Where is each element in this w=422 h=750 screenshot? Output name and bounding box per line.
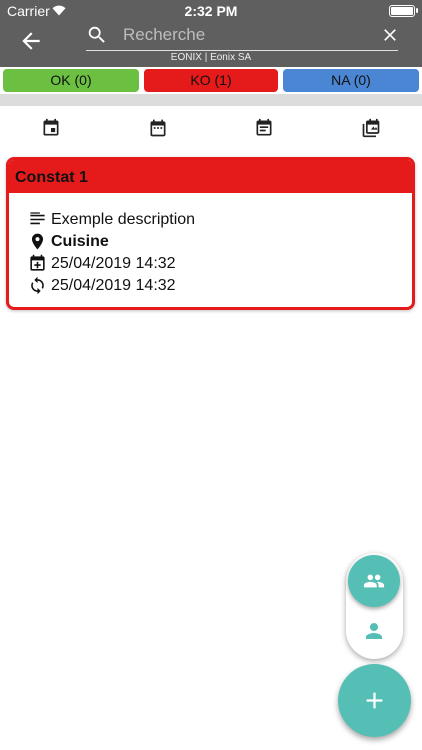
notes-icon[interactable] (254, 118, 274, 138)
card-description: Exemple description (51, 211, 196, 228)
card-header: Constat 1 (9, 160, 412, 193)
search-icon (88, 26, 105, 43)
search-input[interactable] (123, 24, 373, 46)
calendar-icon[interactable] (148, 118, 168, 138)
divider-strip (0, 94, 422, 106)
notes-icon (30, 212, 45, 225)
header-subtitle: EONIX | Eonix SA (170, 52, 252, 63)
status-time: 2:32 PM (184, 3, 238, 19)
location-pin-icon (31, 233, 44, 250)
calendar-event-icon[interactable] (41, 118, 61, 138)
app-header: Carrier 2:32 PM EONIX | Eonix SA (0, 0, 422, 67)
group-icon (363, 574, 385, 588)
filter-ko-button[interactable]: KO (1) (144, 69, 278, 92)
search-underline (86, 50, 398, 51)
constat-card[interactable]: Constat 1 Exemple description Cuisine 25… (6, 157, 415, 310)
close-icon[interactable] (380, 25, 400, 45)
fab-group-container (346, 553, 403, 659)
battery-icon (389, 5, 418, 17)
group-filter-button[interactable] (348, 555, 400, 607)
filter-na-button[interactable]: NA (0) (283, 69, 419, 92)
card-created-date: 25/04/2019 14:32 (51, 255, 176, 272)
sync-icon (31, 276, 44, 295)
add-icon (366, 692, 383, 709)
filter-ok-button[interactable]: OK (0) (3, 69, 139, 92)
card-location: Cuisine (51, 233, 109, 250)
photo-library-icon[interactable] (361, 118, 381, 138)
arrow-back-icon[interactable] (18, 28, 44, 54)
card-updated-date: 25/04/2019 14:32 (51, 277, 176, 294)
status-filters: OK (0) KO (1) NA (0) (0, 67, 422, 95)
status-bar: Carrier 2:32 PM (0, 0, 422, 22)
card-title: Constat 1 (15, 169, 88, 186)
person-icon[interactable] (362, 619, 386, 643)
sort-toolbar (0, 112, 422, 144)
calendar-add-icon (30, 254, 45, 271)
add-constat-button[interactable] (338, 664, 411, 737)
